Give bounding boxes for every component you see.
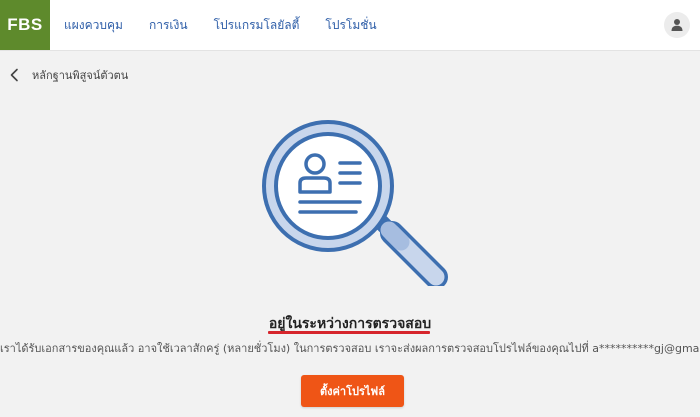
user-avatar-button[interactable] xyxy=(664,12,690,38)
top-navigation-bar: FBS แผงควบคุม การเงิน โปรแกรมโลยัลตี้ โป… xyxy=(0,0,700,51)
verification-status-description: เราได้รับเอกสารของคุณแล้ว อาจใช้เวลาสักค… xyxy=(0,342,700,355)
fbs-logo[interactable]: FBS xyxy=(0,0,50,50)
user-icon xyxy=(671,19,683,31)
nav-item-loyalty-program[interactable]: โปรแกรมโลยัลตี้ xyxy=(214,16,300,35)
logo-text: FBS xyxy=(7,15,43,34)
magnifier-document-icon xyxy=(262,120,448,286)
page-title: หลักฐานพิสูจน์ตัวตน xyxy=(32,69,129,82)
profile-settings-button[interactable]: ตั้งค่าโปรไฟล์ xyxy=(301,375,404,407)
heading-underline xyxy=(268,331,430,334)
nav-item-dashboard[interactable]: แผงควบคุม xyxy=(64,16,123,35)
chevron-left-icon[interactable] xyxy=(8,68,22,82)
nav-item-promotions[interactable]: โปรโมชั่น xyxy=(325,16,376,35)
magnifier-handle xyxy=(370,211,448,286)
main-nav: แผงควบคุม การเงิน โปรแกรมโลยัลตี้ โปรโมช… xyxy=(64,16,403,35)
nav-item-finance[interactable]: การเงิน xyxy=(149,16,188,35)
page-header: หลักฐานพิสูจน์ตัวตน xyxy=(8,66,128,84)
